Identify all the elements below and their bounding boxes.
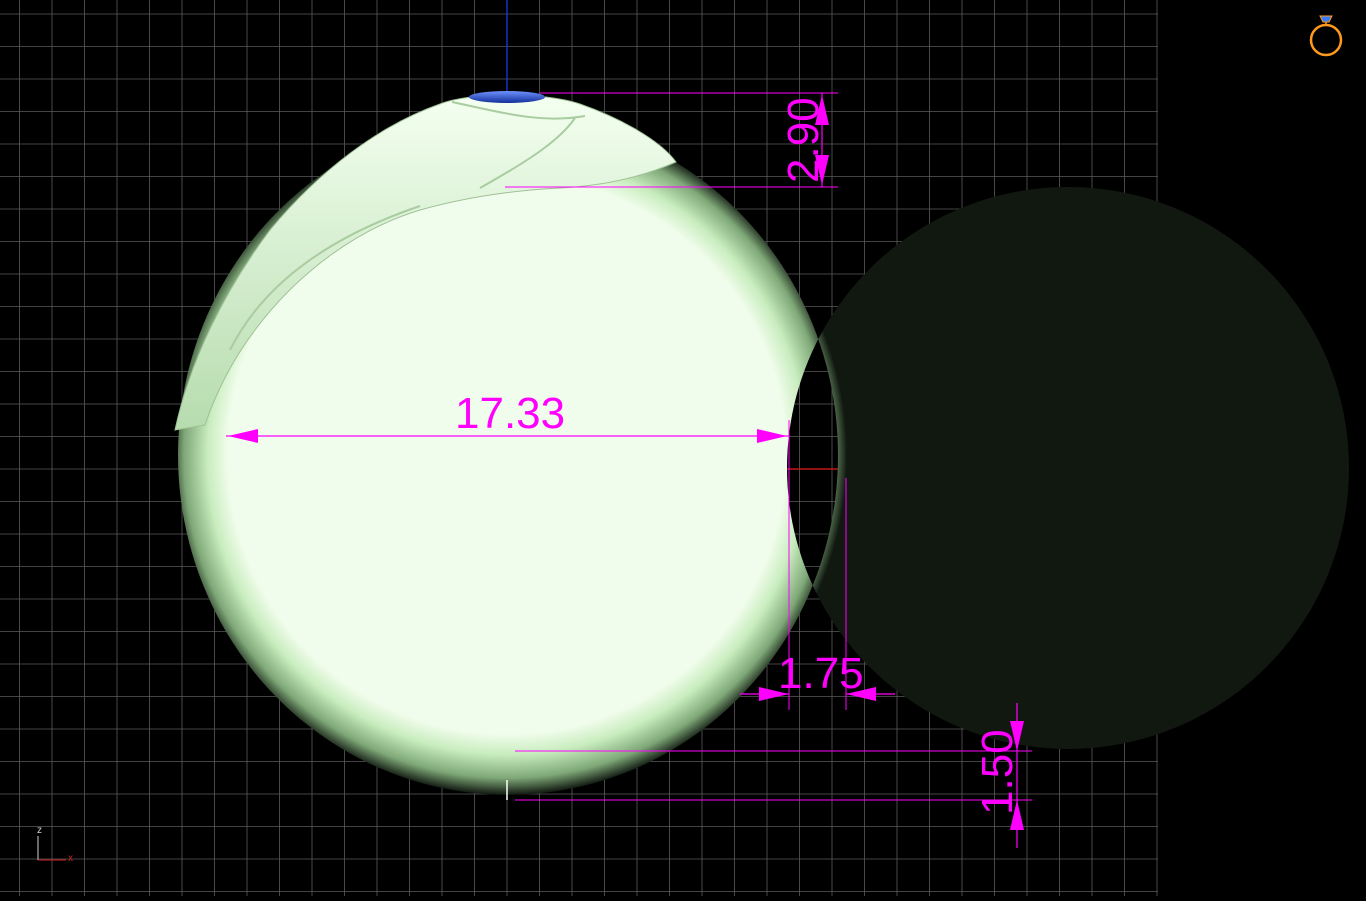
ring-model[interactable]: [169, 91, 1349, 795]
3d-viewport[interactable]: 2.90 17.33 1.75 1.50 z x: [0, 0, 1366, 896]
dimension-inner-diameter-label: 17.33: [455, 389, 565, 438]
ring-gemstone: [469, 91, 545, 103]
ring-icon[interactable]: [1309, 15, 1343, 57]
axis-triad: z x: [37, 825, 73, 864]
axis-x-label: x: [68, 853, 73, 864]
dimension-band-width-label: 1.75: [778, 649, 864, 698]
axis-z-label: z: [37, 825, 42, 836]
dimension-top-height-label: 2.90: [779, 97, 828, 183]
dimension-bottom-thickness-label: 1.50: [973, 729, 1022, 815]
